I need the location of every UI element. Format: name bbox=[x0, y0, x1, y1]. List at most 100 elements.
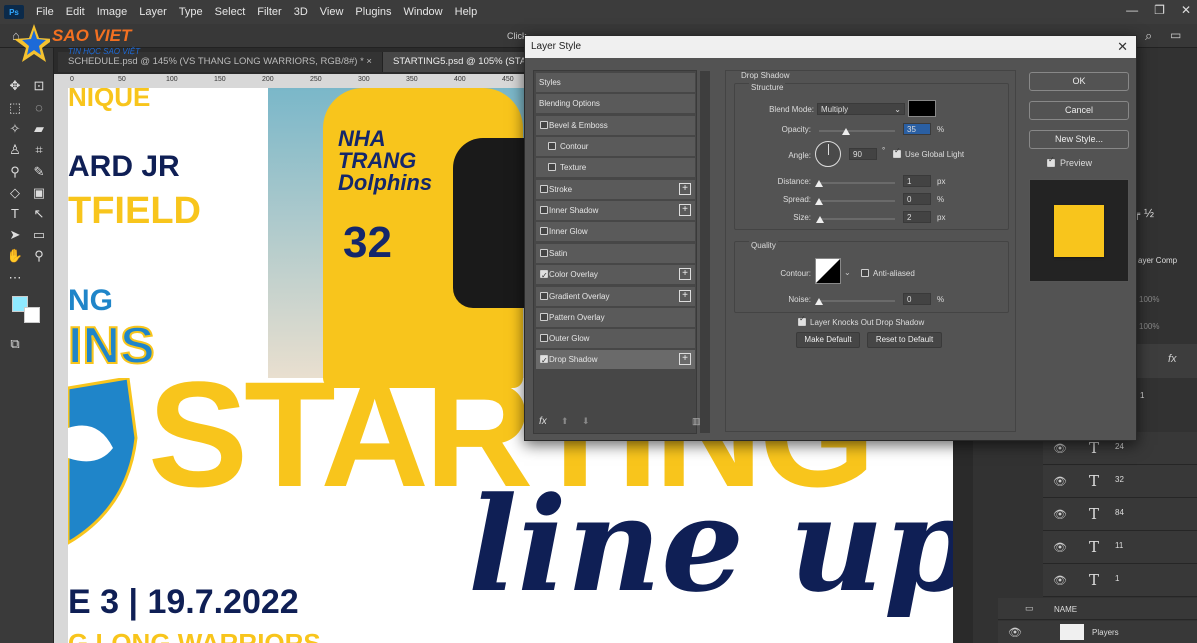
angle-input[interactable]: 90 bbox=[849, 148, 877, 160]
checkbox[interactable] bbox=[540, 334, 548, 342]
type-tool-icon[interactable]: T bbox=[6, 206, 24, 222]
new-style-button[interactable]: New Style... bbox=[1029, 130, 1129, 149]
checkbox-checked[interactable] bbox=[540, 266, 548, 285]
checkbox[interactable] bbox=[548, 142, 556, 150]
checkbox[interactable] bbox=[540, 292, 548, 300]
cancel-button[interactable]: Cancel bbox=[1029, 101, 1129, 120]
reset-default-button[interactable]: Reset to Default bbox=[867, 332, 942, 348]
menu-image[interactable]: Image bbox=[91, 6, 134, 18]
menu-help[interactable]: Help bbox=[449, 6, 484, 18]
tab-close-icon[interactable]: × bbox=[366, 56, 372, 67]
style-item-contour[interactable]: Contour bbox=[536, 137, 695, 156]
background-color-swatch[interactable] bbox=[24, 307, 40, 323]
brush-tool-icon[interactable]: ✎ bbox=[30, 164, 48, 180]
opacity-slider[interactable] bbox=[819, 130, 895, 132]
size-input[interactable]: 2 bbox=[903, 211, 931, 223]
size-slider-thumb[interactable] bbox=[816, 216, 824, 223]
spread-input[interactable]: 0 bbox=[903, 193, 931, 205]
distance-input[interactable]: 1 bbox=[903, 175, 931, 187]
menu-3d[interactable]: 3D bbox=[288, 6, 314, 18]
style-item-inner-shadow[interactable]: Inner Shadow + bbox=[536, 201, 695, 220]
menu-select[interactable]: Select bbox=[209, 6, 252, 18]
dialog-close-icon[interactable]: ✕ bbox=[1117, 39, 1128, 55]
restore-button[interactable]: ❐ bbox=[1154, 3, 1165, 17]
spread-slider-thumb[interactable] bbox=[815, 198, 823, 205]
menu-plugins[interactable]: Plugins bbox=[349, 6, 397, 18]
close-window-button[interactable]: ✕ bbox=[1181, 3, 1191, 17]
make-default-button[interactable]: Make Default bbox=[796, 332, 860, 348]
menu-view[interactable]: View bbox=[314, 6, 350, 18]
layer-comp-label[interactable]: ayer Comp bbox=[1138, 256, 1177, 265]
layer-row[interactable]: 👁 T 32 bbox=[1043, 465, 1197, 498]
menu-filter[interactable]: Filter bbox=[251, 6, 287, 18]
style-item-styles[interactable]: Styles bbox=[536, 73, 695, 92]
contour-picker[interactable] bbox=[815, 258, 841, 284]
screen-mode-icon[interactable]: ⧉ bbox=[6, 336, 24, 352]
path-select-icon[interactable]: ↖ bbox=[30, 206, 48, 222]
rectangle-tool-icon[interactable]: ▭ bbox=[30, 227, 48, 243]
style-item-texture[interactable]: Texture bbox=[536, 158, 695, 177]
style-item-bevel-emboss[interactable]: Bevel & Emboss bbox=[536, 116, 695, 135]
eye-icon[interactable]: 👁 bbox=[1053, 475, 1067, 488]
noise-slider[interactable] bbox=[819, 300, 895, 302]
hand-tool-icon[interactable]: ✋ bbox=[6, 248, 24, 264]
move-tool-icon[interactable]: ✥ bbox=[6, 78, 24, 94]
layer-row[interactable]: 👁 T 1 bbox=[1043, 564, 1197, 597]
minimize-button[interactable]: — bbox=[1126, 3, 1138, 17]
more-tools-icon[interactable]: ⋯ bbox=[6, 270, 24, 286]
menu-file[interactable]: File bbox=[30, 6, 60, 18]
eye-icon[interactable]: 👁 bbox=[1053, 541, 1067, 554]
checkbox[interactable] bbox=[540, 227, 548, 235]
list-scrollbar[interactable] bbox=[700, 71, 710, 433]
opacity-input[interactable]: 35 bbox=[903, 123, 931, 135]
checkbox[interactable] bbox=[540, 185, 548, 193]
eye-icon[interactable]: 👁 bbox=[1008, 626, 1022, 639]
chevron-down-icon[interactable]: ⌄ bbox=[844, 268, 851, 277]
fx-badge[interactable]: fx bbox=[1168, 353, 1177, 365]
distance-slider[interactable] bbox=[819, 182, 895, 184]
layer-row[interactable]: 👁 T 11 bbox=[1043, 531, 1197, 564]
layer-row[interactable]: 👁 T 84 bbox=[1043, 498, 1197, 531]
menu-window[interactable]: Window bbox=[398, 6, 449, 18]
group-name-row[interactable]: ▭ NAME bbox=[998, 598, 1197, 620]
checkbox[interactable] bbox=[540, 206, 548, 214]
anti-aliased-checkbox[interactable] bbox=[861, 269, 869, 277]
zoom-tool-icon[interactable]: ⚲ bbox=[30, 248, 48, 264]
noise-slider-thumb[interactable] bbox=[815, 298, 823, 305]
style-item-satin[interactable]: Satin bbox=[536, 244, 695, 263]
style-item-drop-shadow[interactable]: Drop Shadow+ bbox=[536, 350, 695, 370]
checkbox[interactable] bbox=[548, 163, 556, 171]
eraser-tool-icon[interactable]: ◇ bbox=[6, 185, 24, 201]
fill-field[interactable]: 100% bbox=[1139, 322, 1159, 331]
use-global-light-checkbox[interactable] bbox=[893, 146, 901, 158]
crop-tool-icon[interactable]: ⌗ bbox=[30, 142, 48, 158]
search-icon[interactable]: ⌕ bbox=[1145, 28, 1152, 44]
eye-icon[interactable]: 👁 bbox=[1053, 442, 1067, 455]
move-down-icon[interactable]: ⬇ bbox=[582, 416, 590, 427]
knockout-checkbox[interactable] bbox=[798, 314, 806, 326]
checkbox[interactable] bbox=[540, 121, 548, 129]
style-item-pattern-overlay[interactable]: Pattern Overlay bbox=[536, 308, 695, 327]
size-slider[interactable] bbox=[819, 218, 895, 220]
gradient-tool-icon[interactable]: ▣ bbox=[30, 185, 48, 201]
workspace-icon[interactable]: ▭ bbox=[1170, 28, 1181, 42]
style-item-blending-options[interactable]: Blending Options bbox=[536, 94, 695, 113]
opacity-field[interactable]: 100% bbox=[1139, 295, 1159, 304]
angle-dial[interactable] bbox=[815, 141, 841, 167]
checkbox[interactable] bbox=[540, 249, 548, 257]
opacity-slider-thumb[interactable] bbox=[841, 128, 850, 135]
eye-icon[interactable]: 👁 bbox=[1053, 574, 1067, 587]
add-effect-icon[interactable]: + bbox=[679, 204, 691, 216]
fx-menu-icon[interactable]: fx bbox=[539, 416, 547, 427]
eraser-icon[interactable]: ▰ bbox=[30, 121, 48, 137]
stamp-tool-icon[interactable]: ♙ bbox=[6, 142, 24, 158]
noise-input[interactable]: 0 bbox=[903, 293, 931, 305]
blend-mode-select[interactable]: Multiply ⌄ bbox=[817, 103, 905, 115]
ok-button[interactable]: OK bbox=[1029, 72, 1129, 91]
move-up-icon[interactable]: ⬆ bbox=[561, 416, 569, 427]
lasso-tool-icon[interactable]: ◌ bbox=[30, 100, 48, 116]
style-item-outer-glow[interactable]: Outer Glow bbox=[536, 329, 695, 348]
add-effect-icon[interactable]: + bbox=[679, 353, 691, 365]
menu-layer[interactable]: Layer bbox=[133, 6, 173, 18]
add-effect-icon[interactable]: + bbox=[679, 268, 691, 280]
